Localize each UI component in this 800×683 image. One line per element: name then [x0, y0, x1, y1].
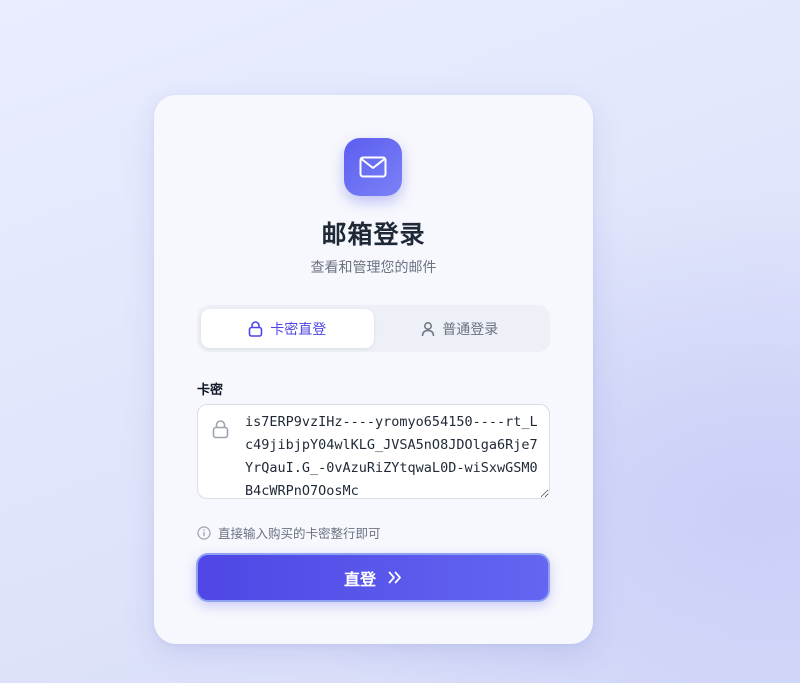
direct-login-label: 直登 [343, 569, 376, 589]
page-subtitle: 查看和管理您的邮件 [310, 260, 437, 276]
card-key-label: 卡密 [197, 383, 224, 398]
login-mode-tabs: 卡密直登 普通登录 [197, 305, 550, 352]
card-key-field-wrap: is7ERP9vzIHz----yromyo654150----rt_Lc49j… [197, 404, 550, 499]
info-icon [197, 525, 211, 540]
input-hint: 直接输入购买的卡密整行即可 [197, 523, 381, 542]
double-chevron-right-icon [388, 571, 401, 584]
direct-login-button[interactable]: 直登 [196, 553, 550, 602]
tab-card-key-label: 卡密直登 [270, 321, 327, 338]
lock-icon [248, 320, 263, 337]
user-icon [422, 321, 435, 336]
tab-normal-login[interactable]: 普通登录 [374, 309, 547, 348]
hint-text: 直接输入购买的卡密整行即可 [218, 526, 381, 541]
tab-normal-label: 普通登录 [442, 321, 499, 338]
mail-logo [344, 138, 402, 196]
card-key-input[interactable]: is7ERP9vzIHz----yromyo654150----rt_Lc49j… [197, 404, 550, 499]
login-card: 邮箱登录 查看和管理您的邮件 卡密直登 普通登录 卡密 is7ERP9vzIHz… [154, 95, 593, 644]
lock-icon [212, 420, 229, 443]
mail-icon [359, 156, 387, 178]
page-title: 邮箱登录 [321, 220, 426, 249]
tab-card-key-login[interactable]: 卡密直登 [201, 309, 374, 348]
